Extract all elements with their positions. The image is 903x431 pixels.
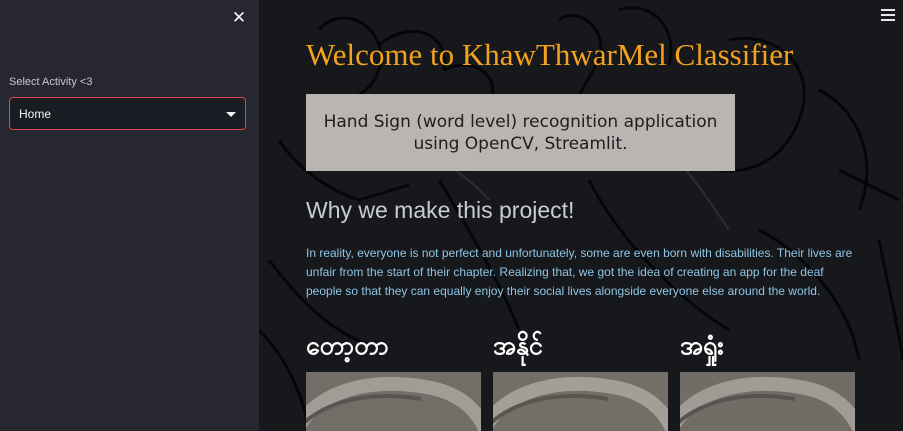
chevron-down-icon xyxy=(226,112,236,117)
activity-select-value: Home xyxy=(19,107,52,121)
gallery-image xyxy=(680,372,855,431)
info-line: Hand Sign (word level) recognition appli… xyxy=(323,111,718,132)
sidebar: ✕ Select Activity <3 Home xyxy=(0,0,259,431)
gallery-label: အနိုင် xyxy=(493,331,543,360)
gallery-label: တော့တာ xyxy=(306,331,389,360)
page-title: Welcome to KhawThwarMel Classifier xyxy=(306,37,794,72)
section-heading: Why we make this project! xyxy=(306,197,575,223)
hamburger-menu-icon[interactable] xyxy=(881,9,895,23)
main-content: Welcome to KhawThwarMel Classifier Hand … xyxy=(259,0,903,431)
close-icon[interactable]: ✕ xyxy=(229,8,249,28)
activity-select[interactable]: Home xyxy=(9,97,246,130)
gallery-image xyxy=(493,372,668,431)
gallery-label: အရှုံး xyxy=(680,331,724,360)
gallery-image xyxy=(306,372,481,431)
info-box: Hand Sign (word level) recognition appli… xyxy=(306,94,735,171)
project-description: In reality, everyone is not perfect and … xyxy=(306,246,853,298)
info-line: using OpenCV, Streamlit. xyxy=(413,133,628,154)
select-activity-label: Select Activity <3 xyxy=(9,76,93,88)
